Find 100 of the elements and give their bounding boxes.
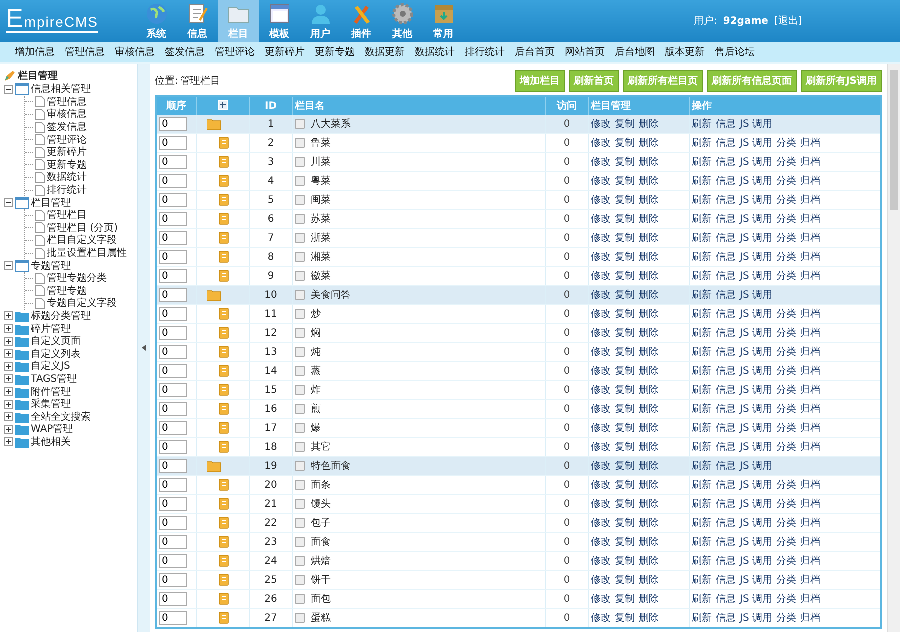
tree-item[interactable]: 管理评论 [47,132,87,147]
action-link[interactable]: JS 调用 [740,480,772,491]
action-link[interactable]: 分类 [776,252,796,263]
action-link[interactable]: JS 调用 [740,271,772,282]
action-link[interactable]: JS 调用 [740,575,772,586]
order-input[interactable]: 0 [159,611,187,625]
collapse-icon[interactable] [4,261,13,270]
collapse-icon[interactable] [4,84,13,94]
manage-link[interactable]: 复制 [615,404,635,415]
manage-link[interactable]: 修改 [591,480,611,491]
action-link[interactable]: 归档 [800,404,820,415]
tree-item[interactable]: 全站全文搜索 [31,410,91,424]
row-checkbox[interactable] [295,233,305,243]
action-link[interactable]: 信息 [716,385,736,396]
tree-item[interactable]: TAGS管理 [31,372,78,386]
action-link[interactable]: 归档 [800,480,820,491]
action-link[interactable]: 分类 [776,518,796,529]
menu-link[interactable]: 后台地图 [610,45,660,59]
action-link[interactable]: 信息 [716,613,736,624]
action-link[interactable]: 归档 [800,575,820,586]
manage-link[interactable]: 删除 [639,328,659,339]
row-checkbox[interactable] [295,499,305,509]
action-link[interactable]: 归档 [800,347,820,358]
order-input[interactable]: 0 [159,383,187,397]
action-link[interactable]: JS 调用 [740,252,772,263]
action-link[interactable]: 分类 [776,537,796,548]
tree-item[interactable]: 签发信息 [47,120,87,134]
action-link[interactable]: 信息 [716,328,736,339]
action-link[interactable]: 归档 [800,157,820,168]
manage-link[interactable]: 删除 [639,195,659,206]
menu-link[interactable]: 网站首页 [560,45,610,59]
manage-link[interactable]: 复制 [615,271,635,282]
manage-link[interactable]: 删除 [639,309,659,320]
order-input[interactable]: 0 [159,421,187,435]
manage-link[interactable]: 复制 [615,480,635,491]
manage-link[interactable]: 修改 [591,252,611,263]
order-input[interactable]: 0 [159,516,187,530]
action-link[interactable]: 刷新 [692,537,712,548]
action-link[interactable]: 归档 [800,499,820,510]
manage-link[interactable]: 复制 [615,537,635,548]
action-link[interactable]: JS 调用 [740,138,772,149]
action-link[interactable]: 信息 [716,290,736,301]
order-input[interactable]: 0 [159,440,187,454]
order-input[interactable]: 0 [159,288,187,302]
action-link[interactable]: JS 调用 [740,537,772,548]
action-link[interactable]: 归档 [800,613,820,624]
action-link[interactable]: 分类 [776,385,796,396]
manage-link[interactable]: 复制 [615,138,635,149]
action-link[interactable]: 刷新 [692,499,712,510]
manage-link[interactable]: 删除 [639,404,659,415]
manage-link[interactable]: 复制 [615,119,635,130]
manage-link[interactable]: 删除 [639,385,659,396]
action-link[interactable]: 信息 [716,556,736,567]
tree-item[interactable]: 排行统计 [47,183,87,198]
action-link[interactable]: 归档 [800,385,820,396]
manage-link[interactable]: 删除 [639,290,659,301]
manage-link[interactable]: 删除 [639,594,659,605]
action-link[interactable]: 分类 [776,423,796,434]
row-checkbox[interactable] [295,195,305,205]
row-checkbox[interactable] [295,347,305,357]
tree-item[interactable]: 管理信息 [47,94,87,109]
action-link[interactable]: 分类 [776,499,796,510]
tree-item[interactable]: 自定义列表 [31,346,81,361]
tree-item[interactable]: 其他相关 [31,434,71,449]
action-link[interactable]: 信息 [716,157,736,168]
manage-link[interactable]: 删除 [639,347,659,358]
tree-item[interactable]: 栏目管理 [31,196,71,210]
manage-link[interactable]: 修改 [591,499,611,510]
action-link[interactable]: 信息 [716,138,736,149]
action-link[interactable]: 刷新 [692,214,712,225]
collapse-icon[interactable] [4,198,13,208]
scrollbar-thumb[interactable] [890,70,898,210]
action-link[interactable]: 刷新 [692,594,712,605]
action-link[interactable]: 分类 [776,328,796,339]
action-link[interactable]: JS 调用 [740,594,772,605]
menu-link[interactable]: 版本更新 [660,45,710,59]
row-checkbox[interactable] [295,271,305,281]
tree-item[interactable]: 专题管理 [31,258,71,273]
tree-item[interactable]: 采集管理 [31,397,71,412]
order-input[interactable]: 0 [159,212,187,226]
manage-link[interactable]: 修改 [591,366,611,377]
action-link[interactable]: 刷新 [692,442,712,453]
order-input[interactable]: 0 [159,573,187,587]
manage-link[interactable]: 复制 [615,613,635,624]
tree-item[interactable]: 管理专题 [47,284,87,298]
action-link[interactable]: 刷新 [692,423,712,434]
action-link[interactable]: 分类 [776,366,796,377]
manage-link[interactable]: 修改 [591,271,611,282]
row-checkbox[interactable] [295,290,305,300]
tree-item[interactable]: 自定义页面 [31,334,81,348]
action-link[interactable]: JS 调用 [740,328,772,339]
expand-icon[interactable] [4,424,13,434]
collapse-arrow-icon[interactable] [142,345,146,351]
action-link[interactable]: 分类 [776,233,796,244]
action-link[interactable]: 归档 [800,176,820,187]
action-link[interactable]: 刷新 [692,480,712,491]
manage-link[interactable]: 复制 [615,518,635,529]
action-link[interactable]: 分类 [776,309,796,320]
action-link[interactable]: 归档 [800,252,820,263]
action-link[interactable]: 刷新 [692,613,712,624]
